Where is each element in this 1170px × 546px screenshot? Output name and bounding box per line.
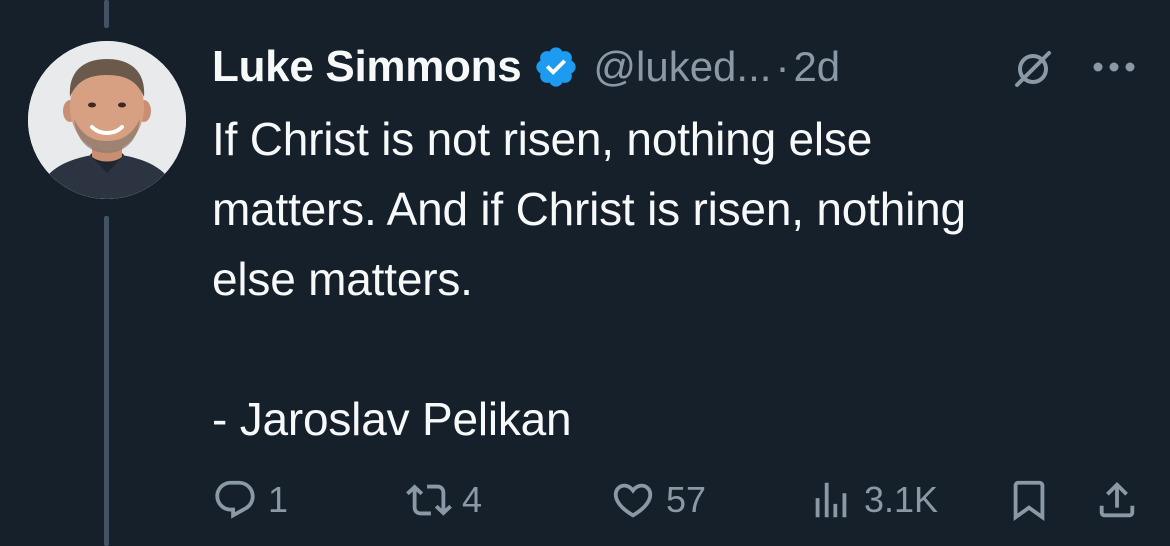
- views-count: 3.1K: [864, 479, 939, 520]
- thread-line-top: [104, 0, 109, 28]
- display-name[interactable]: Luke Simmons: [212, 42, 522, 92]
- reply-icon: [215, 480, 255, 519]
- views-button[interactable]: 3.1K: [808, 470, 938, 530]
- tweet-text-line: - Jaroslav Pelikan: [212, 393, 572, 445]
- avatar[interactable]: [28, 41, 186, 199]
- avatar-photo: [28, 41, 186, 199]
- heart-icon: [613, 483, 653, 518]
- tweet-text-line: matters. And if Christ is risen, nothing: [212, 183, 966, 235]
- tweet-text-line: else matters.: [212, 253, 473, 305]
- share-icon: [1099, 481, 1135, 518]
- reply-button[interactable]: 1: [212, 470, 288, 530]
- separator-dot: ·: [775, 43, 790, 90]
- user-handle[interactable]: @luked...: [593, 43, 771, 91]
- like-count: 57: [666, 479, 707, 520]
- verified-badge-icon[interactable]: [533, 44, 579, 90]
- tweet-text-line: If Christ is not risen, nothing else: [212, 113, 873, 165]
- tweet-text: If Christ is not risen, nothing else mat…: [212, 104, 1142, 454]
- bookmark-icon: [1013, 480, 1045, 521]
- grok-icon[interactable]: [1010, 46, 1056, 92]
- repost-button[interactable]: 4: [406, 470, 482, 530]
- views-icon: [815, 482, 847, 518]
- repost-icon: [406, 484, 452, 516]
- repost-count: 4: [462, 479, 483, 520]
- tweet-header: Luke Simmons @luked... · 2d: [212, 38, 840, 96]
- share-button[interactable]: [1094, 470, 1140, 530]
- reply-count: 1: [268, 479, 289, 520]
- tweet-actions: 1 4 57 3.1K: [0, 470, 1170, 530]
- timestamp[interactable]: 2d: [793, 43, 840, 91]
- like-button[interactable]: 57: [610, 470, 706, 530]
- more-icon[interactable]: [1086, 50, 1142, 84]
- bookmark-button[interactable]: [1006, 470, 1052, 530]
